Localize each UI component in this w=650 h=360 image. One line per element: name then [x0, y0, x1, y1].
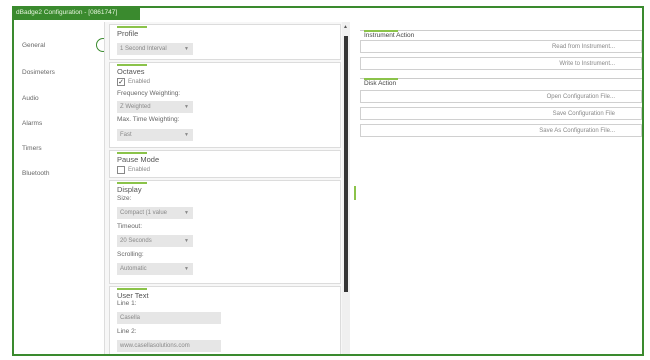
line1-label: Line 1:	[117, 300, 137, 307]
save-as-configuration-button[interactable]: Save As Configuration File...	[360, 124, 642, 137]
nav-item-audio[interactable]: Audio	[22, 95, 39, 102]
octaves-enabled-label: Enabled	[128, 79, 151, 85]
write-to-instrument-button[interactable]: Write to Instrument...	[360, 57, 642, 70]
display-size-label: Size:	[117, 195, 132, 202]
disk-action-header: Disk Action	[360, 78, 642, 88]
scrolling-select[interactable]: Automatic ▼	[117, 263, 193, 275]
time-weighting-label: Max. Time Weighting:	[117, 116, 180, 123]
line1-input[interactable]: Casella	[117, 312, 221, 324]
frequency-weighting-select[interactable]: Z Weighted ▼	[117, 101, 193, 113]
frequency-weighting-label: Frequency Weighting:	[117, 90, 181, 97]
octaves-enabled-checkbox[interactable]: ✓	[117, 78, 125, 86]
chevron-down-icon: ▼	[184, 238, 189, 244]
octaves-title: Octaves	[117, 67, 145, 76]
pause-mode-group: Pause Mode Enabled	[109, 150, 341, 178]
window-title: dBadge2 Configuration - [0861747]	[12, 6, 140, 20]
save-configuration-button[interactable]: Save Configuration File	[360, 107, 642, 120]
time-weighting-select[interactable]: Fast ▼	[117, 129, 193, 141]
open-configuration-button[interactable]: Open Configuration File...	[360, 90, 642, 103]
pause-mode-title: Pause Mode	[117, 155, 160, 164]
chevron-down-icon: ▼	[184, 104, 189, 110]
profile-select[interactable]: 1 Second Interval ▼	[117, 43, 193, 55]
nav-item-general[interactable]: General	[22, 42, 45, 49]
nav-item-dosimeters[interactable]: Dosimeters	[22, 69, 55, 76]
chevron-down-icon: ▼	[184, 266, 189, 272]
user-text-group: User Text Line 1: Casella Line 2: www.ca…	[109, 286, 341, 354]
read-from-instrument-button[interactable]: Read from Instrument...	[360, 40, 642, 53]
nav-item-alarms[interactable]: Alarms	[22, 120, 42, 127]
scrolling-label: Scrolling:	[117, 251, 144, 258]
scroll-up-icon[interactable]: ▲	[343, 24, 348, 30]
user-text-title: User Text	[117, 291, 149, 300]
profile-group: Profile 1 Second Interval ▼	[109, 24, 341, 60]
display-title: Display	[117, 185, 142, 194]
display-group: Display Size: Compact (1 value ▼ Timeout…	[109, 180, 341, 284]
profile-title: Profile	[117, 29, 139, 38]
panel-splitter[interactable]	[354, 186, 356, 200]
instrument-action-header: Instrument Action	[360, 30, 642, 40]
settings-panel: Profile 1 Second Interval ▼ Octaves ✓ En…	[104, 22, 348, 354]
nav-item-timers[interactable]: Timers	[22, 145, 42, 152]
line2-label: Line 2:	[117, 328, 137, 335]
chevron-down-icon: ▼	[184, 210, 189, 216]
display-size-select[interactable]: Compact (1 value ▼	[117, 207, 193, 219]
chevron-down-icon: ▼	[184, 46, 189, 52]
scrollbar-thumb[interactable]	[344, 36, 348, 292]
timeout-label: Timeout:	[117, 223, 143, 230]
nav-item-bluetooth[interactable]: Bluetooth	[22, 170, 49, 177]
timeout-select[interactable]: 20 Seconds ▼	[117, 235, 193, 247]
chevron-down-icon: ▼	[184, 132, 189, 138]
line2-input[interactable]: www.casellasolutions.com	[117, 340, 221, 352]
pause-enabled-label: Enabled	[128, 167, 151, 173]
pause-enabled-checkbox[interactable]	[117, 166, 125, 174]
octaves-group: Octaves ✓ Enabled Frequency Weighting: Z…	[109, 62, 341, 148]
